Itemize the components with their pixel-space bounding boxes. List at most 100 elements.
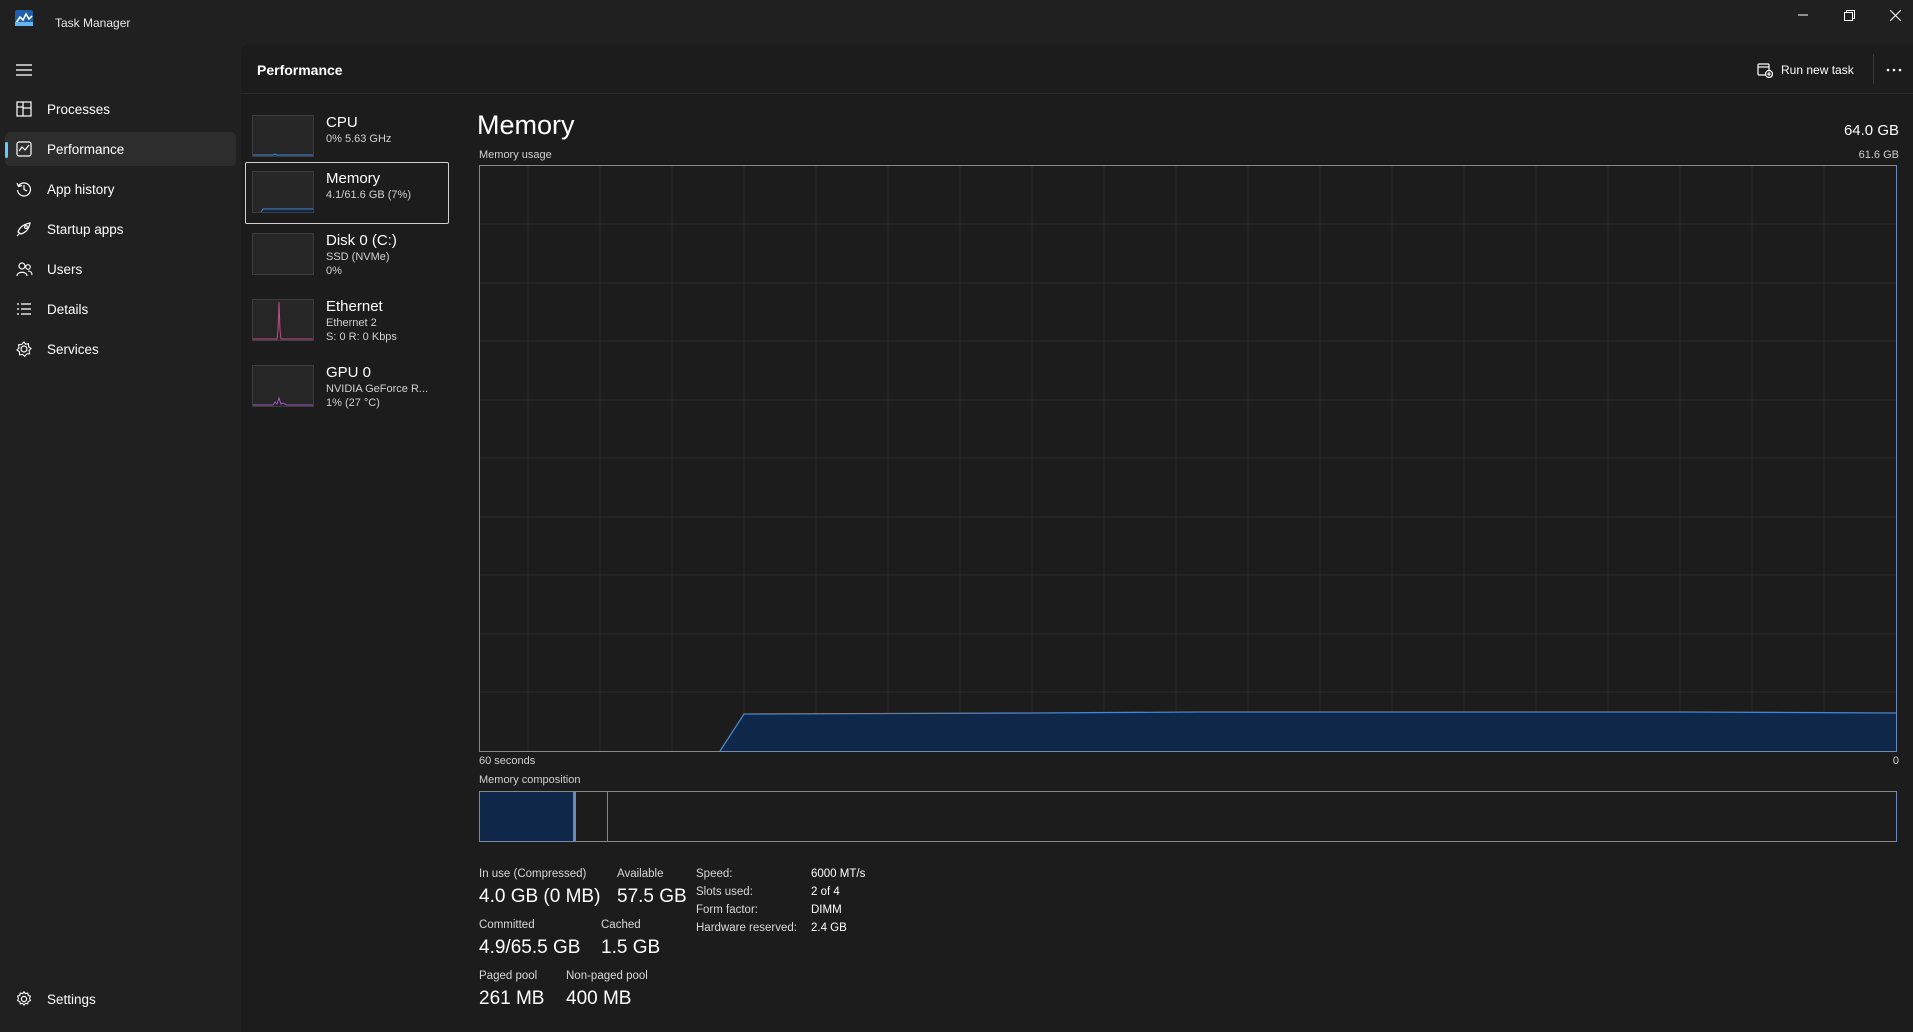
device-name: Ethernet (326, 298, 383, 315)
device-name: CPU (326, 114, 358, 131)
minimize-button[interactable] (1780, 0, 1826, 30)
sidebar-item-label: Services (47, 342, 99, 357)
main-panel: Performance Run new task CPU 0% 5.63 GHz (241, 44, 1913, 1032)
close-icon (1889, 9, 1901, 21)
gpu-thumbnail-graph (252, 365, 314, 407)
cached-value: 1.5 GB (601, 937, 661, 958)
paged-pool-value: 261 MB (479, 988, 545, 1009)
memory-usage-area (720, 712, 1896, 751)
device-disk[interactable]: Disk 0 (C:) SSD (NVMe) 0% (245, 224, 449, 286)
memory-composition-bar (479, 791, 1897, 842)
memory-usage-label: Memory usage (479, 149, 552, 161)
spec-form-factor-key: Form factor: (696, 904, 758, 916)
graph-time-start: 60 seconds (479, 755, 536, 767)
device-detail: SSD (NVMe) (326, 251, 390, 263)
device-cpu[interactable]: CPU 0% 5.63 GHz (245, 106, 449, 168)
sidebar-item-details[interactable]: Details (5, 292, 236, 326)
more-options-icon (1886, 68, 1902, 72)
sidebar-item-label: App history (47, 182, 115, 197)
sidebar-item-services[interactable]: Services (5, 332, 236, 366)
settings-gear-icon (16, 990, 32, 1007)
spec-form-factor-value: DIMM (811, 904, 842, 916)
chart-gridlines (480, 166, 1896, 751)
sidebar-item-label: Performance (47, 142, 125, 157)
run-new-task-icon (1757, 63, 1773, 78)
device-detail: 1% (27 °C) (326, 397, 380, 409)
startup-icon (16, 222, 31, 237)
spec-slots-key: Slots used: (696, 886, 753, 898)
paged-pool-label: Paged pool (479, 970, 538, 982)
title-bar: Task Manager (0, 0, 1913, 44)
memory-thumbnail-graph (252, 171, 314, 213)
sidebar-item-startup-apps[interactable]: Startup apps (5, 212, 236, 246)
memory-composition-label: Memory composition (479, 774, 581, 786)
graph-time-end: 0 (1892, 755, 1899, 767)
device-detail: S: 0 R: 0 Kbps (326, 331, 397, 343)
header-divider (1873, 54, 1874, 84)
memory-usage-max: 61.6 GB (1858, 149, 1899, 161)
cpu-thumbnail-graph (252, 115, 314, 157)
page-title: Performance (257, 62, 343, 78)
spec-speed-key: Speed: (696, 868, 733, 880)
sidebar-item-label: Startup apps (47, 222, 124, 237)
spec-slots-value: 2 of 4 (811, 886, 840, 898)
window-title: Task Manager (55, 16, 131, 30)
spec-hardware-reserved-key: Hardware reserved: (696, 922, 797, 934)
more-options-button[interactable] (1882, 58, 1906, 82)
total-memory: 64.0 GB (1843, 122, 1899, 139)
sidebar-item-label: Processes (47, 102, 111, 117)
services-icon (16, 341, 32, 358)
device-gpu[interactable]: GPU 0 NVIDIA GeForce R... 1% (27 °C) (245, 356, 449, 418)
history-icon (16, 182, 32, 197)
sidebar: Processes Performance App history Startu… (0, 44, 241, 1032)
restore-button[interactable] (1826, 0, 1872, 30)
processes-icon (16, 101, 32, 117)
device-detail: NVIDIA GeForce R... (326, 383, 429, 395)
users-icon (16, 262, 33, 277)
device-ethernet[interactable]: Ethernet Ethernet 2 S: 0 R: 0 Kbps (245, 290, 449, 352)
details-icon (17, 303, 31, 315)
device-detail: 4.1/61.6 GB (7%) (326, 189, 411, 201)
device-detail: 0% (326, 265, 342, 277)
disk-thumbnail-graph (252, 233, 314, 275)
device-name: Memory (326, 170, 381, 187)
run-new-task-label: Run new task (1781, 63, 1854, 77)
sidebar-item-label: Details (47, 302, 89, 317)
device-memory[interactable]: Memory 4.1/61.6 GB (7%) (245, 162, 449, 224)
spec-speed-value: 6000 MT/s (811, 868, 866, 880)
non-paged-pool-label: Non-paged pool (566, 970, 648, 982)
ethernet-thumbnail-graph (252, 299, 314, 341)
cached-label: Cached (601, 919, 641, 931)
task-manager-icon (15, 10, 33, 26)
device-name: Disk 0 (C:) (326, 232, 397, 249)
minimize-icon (1798, 14, 1808, 16)
sidebar-item-label: Settings (47, 992, 96, 1007)
sidebar-item-settings[interactable]: Settings (5, 982, 236, 1016)
device-detail: 0% 5.63 GHz (326, 133, 392, 145)
in-use-value: 4.0 GB (0 MB) (479, 886, 601, 907)
spec-hardware-reserved-value: 2.4 GB (811, 922, 847, 934)
run-new-task-button[interactable]: Run new task (1757, 57, 1854, 83)
sidebar-item-users[interactable]: Users (5, 252, 236, 286)
hamburger-menu-icon[interactable] (14, 62, 34, 78)
available-value: 57.5 GB (617, 886, 687, 907)
active-indicator (5, 142, 8, 158)
device-name: GPU 0 (326, 364, 372, 381)
committed-label: Committed (479, 919, 535, 931)
sidebar-item-processes[interactable]: Processes (5, 92, 236, 126)
committed-value: 4.9/65.5 GB (479, 937, 581, 958)
restore-icon (1843, 9, 1855, 21)
header-bar: Performance Run new task (241, 44, 1913, 94)
close-button[interactable] (1872, 0, 1913, 30)
available-label: Available (617, 868, 664, 880)
composition-standby (576, 792, 608, 841)
sidebar-item-app-history[interactable]: App history (5, 172, 236, 206)
sidebar-item-label: Users (47, 262, 83, 277)
performance-icon (16, 141, 32, 157)
memory-usage-graph (479, 165, 1897, 752)
non-paged-pool-value: 400 MB (566, 988, 632, 1009)
sidebar-item-performance[interactable]: Performance (5, 132, 236, 166)
detail-title: Memory (477, 110, 575, 140)
device-detail: Ethernet 2 (326, 317, 377, 329)
composition-in-use (480, 792, 574, 841)
